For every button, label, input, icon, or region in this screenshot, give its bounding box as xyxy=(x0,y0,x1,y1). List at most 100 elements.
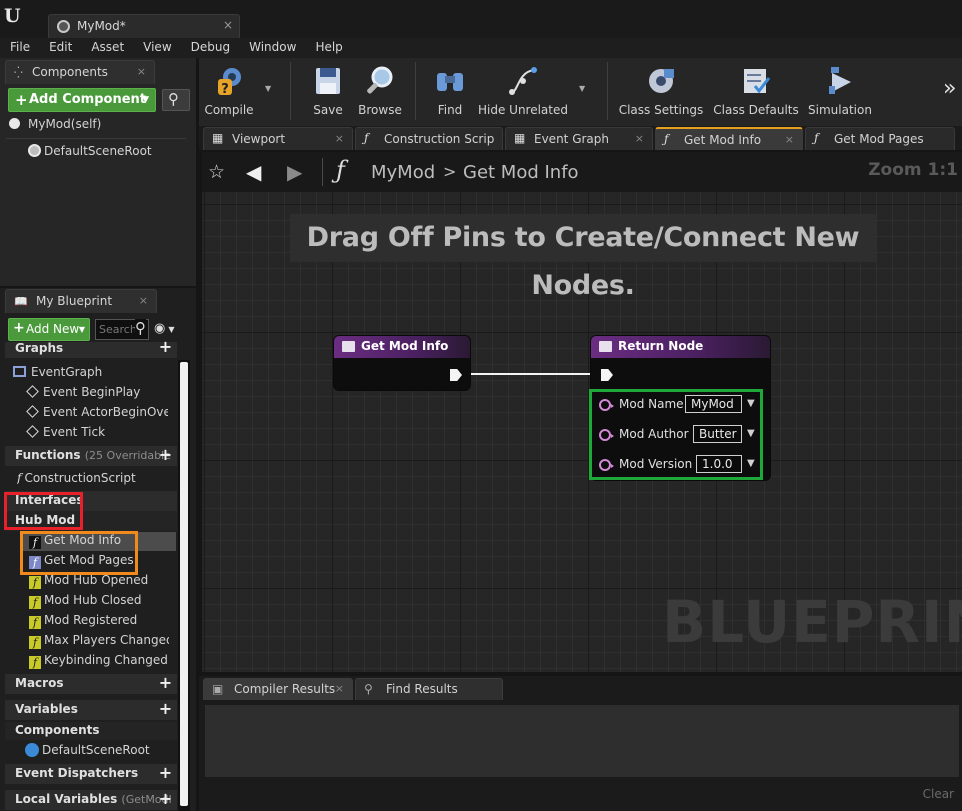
toolbar-overflow-icon[interactable]: » xyxy=(943,76,956,101)
chevron-down-icon: ▼ xyxy=(78,325,85,334)
close-icon[interactable]: × xyxy=(223,18,233,32)
hub-item-label: Mod Hub Opened xyxy=(44,573,149,587)
menu-debug[interactable]: Debug xyxy=(181,38,239,58)
breadcrumb-separator: > xyxy=(443,162,457,181)
graph-icon: ▦ xyxy=(514,131,526,145)
tab-get-mod-info[interactable]: ƒ Get Mod Info × xyxy=(655,127,803,150)
event-label: Event BeginPlay xyxy=(43,385,141,399)
add-local-variable-icon[interactable]: + xyxy=(158,791,173,807)
add-new-button[interactable]: + Add New ▼ xyxy=(8,318,90,341)
blueprint-scrollbar-thumb[interactable] xyxy=(180,362,188,806)
add-graph-icon[interactable]: + xyxy=(158,339,173,355)
component-default-scene-root[interactable]: DefaultSceneRoot xyxy=(28,144,152,158)
class-defaults-button[interactable]: Class Defaults xyxy=(711,58,801,124)
menu-asset[interactable]: Asset xyxy=(81,38,133,58)
add-component-button[interactable]: + Add Component ▼ xyxy=(8,88,156,112)
hub-item-keybinding-changed[interactable]: f Keybinding Changed xyxy=(29,653,169,669)
menu-file[interactable]: File xyxy=(0,38,39,58)
category-graphs[interactable]: Graphs + xyxy=(5,339,177,358)
add-variable-icon[interactable]: + xyxy=(158,701,173,717)
tab-construction-script[interactable]: ƒ Construction Scrip xyxy=(355,127,503,150)
component-self-item[interactable]: MyMod(self) xyxy=(9,117,101,131)
tab-label: Get Mod Info xyxy=(684,133,762,147)
category-event-dispatchers[interactable]: Event Dispatchers + xyxy=(5,764,177,784)
add-dispatcher-icon[interactable]: + xyxy=(158,765,173,781)
document-tab-mymod[interactable]: MyMod* × xyxy=(48,14,240,38)
hide-unrelated-nodes-icon xyxy=(509,67,537,95)
hub-item-label: Mod Hub Closed xyxy=(44,593,142,607)
hub-item-mod-registered[interactable]: f Mod Registered xyxy=(29,613,169,629)
hub-functions-highlight-box xyxy=(20,531,138,575)
category-variables[interactable]: Variables + xyxy=(5,700,177,720)
tab-event-graph[interactable]: ▦ Event Graph × xyxy=(505,127,653,150)
my-blueprint-tab[interactable]: 📖 My Blueprint × xyxy=(5,289,157,313)
function-icon: ƒ xyxy=(17,471,22,485)
toolbar-separator xyxy=(415,62,416,120)
hide-unrelated-options-dropdown[interactable]: ▼ xyxy=(573,58,595,124)
clear-button[interactable]: Clear xyxy=(923,787,954,801)
tab-compiler-results[interactable]: ▣ Compiler Results × xyxy=(203,678,353,700)
local-variables-label: Local Variables (GetModI xyxy=(15,792,172,806)
event-item-actorbeginoverlap[interactable]: Event ActorBeginOverl xyxy=(26,405,168,419)
tab-label: Get Mod Pages xyxy=(834,132,924,146)
tab-viewport[interactable]: ▦ Viewport × xyxy=(203,127,353,150)
menu-help[interactable]: Help xyxy=(305,38,351,58)
star-icon[interactable]: ☆ xyxy=(208,161,225,183)
class-settings-button[interactable]: Class Settings xyxy=(617,58,705,124)
components-tab[interactable]: ⁛ Components × xyxy=(5,60,155,84)
save-button[interactable]: Save xyxy=(303,58,353,124)
component-variable-label: DefaultSceneRoot xyxy=(42,743,150,757)
close-icon[interactable]: × xyxy=(785,133,794,146)
close-icon[interactable]: × xyxy=(139,294,148,307)
function-entry-node[interactable]: Get Mod Info xyxy=(333,335,471,391)
close-icon[interactable]: × xyxy=(335,682,344,695)
blueprint-asset-icon xyxy=(57,20,70,33)
compile-button[interactable]: ? Compile xyxy=(201,58,257,124)
macros-label: Macros xyxy=(15,676,64,690)
forward-arrow-icon[interactable]: ▶ xyxy=(287,160,302,184)
my-blueprint-tab-label: My Blueprint xyxy=(36,294,113,308)
category-components[interactable]: Components xyxy=(5,722,177,740)
hide-unrelated-button[interactable]: Hide Unrelated xyxy=(475,58,571,124)
back-arrow-icon[interactable]: ◀ xyxy=(246,160,261,184)
close-icon[interactable]: × xyxy=(335,132,344,145)
scene-component-icon xyxy=(28,144,41,157)
compile-options-dropdown[interactable]: ▼ xyxy=(259,58,281,124)
category-local-variables[interactable]: Local Variables (GetModI + xyxy=(5,790,177,810)
tab-find-results[interactable]: ⚲ Find Results xyxy=(355,678,503,700)
function-icon: f xyxy=(29,636,41,649)
blueprint-graph-canvas[interactable]: ☆ ◀ ▶ ƒ MyMod > Get Mod Info Zoom 1:1 Dr… xyxy=(202,152,962,672)
hub-item-mod-hub-opened[interactable]: f Mod Hub Opened xyxy=(29,573,169,589)
chevron-down-icon: ▼ xyxy=(579,84,586,93)
book-icon: 📖 xyxy=(14,295,28,308)
find-button[interactable]: Find xyxy=(425,58,475,124)
browse-button[interactable]: Browse xyxy=(353,58,407,124)
category-macros[interactable]: Macros + xyxy=(5,674,177,694)
hub-item-max-players-changed[interactable]: f Max Players Changed xyxy=(29,633,169,649)
event-graph-item[interactable]: EventGraph xyxy=(13,365,102,379)
event-item-beginplay[interactable]: Event BeginPlay xyxy=(26,385,168,399)
add-function-icon[interactable]: + xyxy=(158,447,173,463)
exec-input-pin[interactable] xyxy=(601,369,613,381)
hub-item-mod-hub-closed[interactable]: f Mod Hub Closed xyxy=(29,593,169,609)
add-macro-icon[interactable]: + xyxy=(158,675,173,691)
menu-edit[interactable]: Edit xyxy=(39,38,81,58)
view-options-eye-icon[interactable]: ◉ ▼ xyxy=(154,321,175,336)
compiler-output-area[interactable] xyxy=(205,705,959,777)
exec-wire[interactable] xyxy=(471,373,591,375)
tab-get-mod-pages[interactable]: ƒ Get Mod Pages xyxy=(805,127,955,150)
close-icon[interactable]: × xyxy=(137,65,146,78)
category-functions[interactable]: Functions (25 Overridable + xyxy=(5,446,177,466)
blueprint-search-input[interactable]: Search ⚲ xyxy=(95,319,149,340)
event-item-tick[interactable]: Event Tick xyxy=(26,425,168,439)
menu-window[interactable]: Window xyxy=(239,38,305,58)
search-button[interactable]: ⚲ xyxy=(162,89,190,111)
class-defaults-checklist-icon xyxy=(744,69,771,94)
close-icon[interactable]: × xyxy=(635,132,644,145)
component-variable-default-scene-root[interactable]: DefaultSceneRoot xyxy=(25,743,150,757)
exec-output-pin[interactable] xyxy=(450,369,462,381)
menu-view[interactable]: View xyxy=(133,38,180,58)
breadcrumb-root[interactable]: MyMod xyxy=(371,162,435,183)
simulation-button[interactable]: Simulation xyxy=(805,58,875,124)
construction-script-item[interactable]: ƒ ConstructionScript xyxy=(17,471,136,485)
